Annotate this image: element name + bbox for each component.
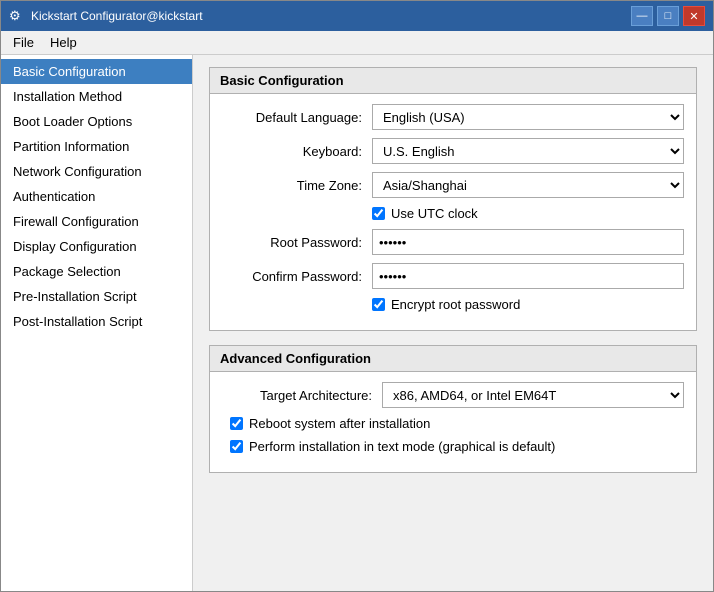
sidebar-item-partition-information[interactable]: Partition Information [1, 134, 192, 159]
target-arch-select[interactable]: x86, AMD64, or Intel EM64T x86_64 i386 [382, 382, 684, 408]
encrypt-root-checkbox[interactable] [372, 298, 385, 311]
confirm-password-label: Confirm Password: [222, 269, 372, 284]
sidebar: Basic Configuration Installation Method … [1, 55, 193, 591]
advanced-config-body: Target Architecture: x86, AMD64, or Inte… [210, 372, 696, 472]
keyboard-row: Keyboard: U.S. English French German [222, 138, 684, 164]
title-bar-left: ⚙ Kickstart Configurator@kickstart [9, 8, 203, 24]
sidebar-item-post-installation-script[interactable]: Post-Installation Script [1, 309, 192, 334]
timezone-label: Time Zone: [222, 178, 372, 193]
text-mode-row: Perform installation in text mode (graph… [222, 439, 684, 454]
use-utc-row: Use UTC clock [222, 206, 684, 221]
default-language-row: Default Language: English (USA) French G… [222, 104, 684, 130]
use-utc-checkbox[interactable] [372, 207, 385, 220]
timezone-row: Time Zone: Asia/Shanghai America/New_Yor… [222, 172, 684, 198]
menu-bar: File Help [1, 31, 713, 55]
confirm-password-row: Confirm Password: [222, 263, 684, 289]
timezone-control: Asia/Shanghai America/New_York Europe/Lo… [372, 172, 684, 198]
title-controls: — □ ✕ [631, 6, 705, 26]
basic-config-body: Default Language: English (USA) French G… [210, 94, 696, 330]
app-icon: ⚙ [9, 8, 25, 24]
timezone-select[interactable]: Asia/Shanghai America/New_York Europe/Lo… [372, 172, 684, 198]
encrypt-root-label[interactable]: Encrypt root password [391, 297, 520, 312]
keyboard-control: U.S. English French German [372, 138, 684, 164]
basic-config-section: Basic Configuration Default Language: En… [209, 67, 697, 331]
content-area: Basic Configuration Installation Method … [1, 55, 713, 591]
text-mode-label[interactable]: Perform installation in text mode (graph… [249, 439, 555, 454]
default-language-control: English (USA) French German Spanish [372, 104, 684, 130]
sidebar-item-firewall-configuration[interactable]: Firewall Configuration [1, 209, 192, 234]
advanced-config-section: Advanced Configuration Target Architectu… [209, 345, 697, 473]
basic-config-title: Basic Configuration [210, 68, 696, 94]
sidebar-item-package-selection[interactable]: Package Selection [1, 259, 192, 284]
confirm-password-control [372, 263, 684, 289]
default-language-label: Default Language: [222, 110, 372, 125]
main-window: ⚙ Kickstart Configurator@kickstart — □ ✕… [0, 0, 714, 592]
menu-help[interactable]: Help [42, 33, 85, 52]
menu-file[interactable]: File [5, 33, 42, 52]
window-title: Kickstart Configurator@kickstart [31, 9, 203, 23]
reboot-label[interactable]: Reboot system after installation [249, 416, 430, 431]
root-password-label: Root Password: [222, 235, 372, 250]
close-button[interactable]: ✕ [683, 6, 705, 26]
keyboard-label: Keyboard: [222, 144, 372, 159]
reboot-checkbox[interactable] [230, 417, 243, 430]
target-arch-control: x86, AMD64, or Intel EM64T x86_64 i386 [382, 382, 684, 408]
sidebar-item-installation-method[interactable]: Installation Method [1, 84, 192, 109]
sidebar-item-network-configuration[interactable]: Network Configuration [1, 159, 192, 184]
title-bar: ⚙ Kickstart Configurator@kickstart — □ ✕ [1, 1, 713, 31]
sidebar-item-authentication[interactable]: Authentication [1, 184, 192, 209]
target-arch-row: Target Architecture: x86, AMD64, or Inte… [222, 382, 684, 408]
text-mode-checkbox[interactable] [230, 440, 243, 453]
sidebar-item-display-configuration[interactable]: Display Configuration [1, 234, 192, 259]
root-password-input[interactable] [372, 229, 684, 255]
confirm-password-input[interactable] [372, 263, 684, 289]
maximize-button[interactable]: □ [657, 6, 679, 26]
target-arch-label: Target Architecture: [222, 388, 382, 403]
keyboard-select[interactable]: U.S. English French German [372, 138, 684, 164]
root-password-control [372, 229, 684, 255]
main-panel: Basic Configuration Default Language: En… [193, 55, 713, 591]
use-utc-label[interactable]: Use UTC clock [391, 206, 478, 221]
reboot-row: Reboot system after installation [222, 416, 684, 431]
root-password-row: Root Password: [222, 229, 684, 255]
sidebar-item-boot-loader-options[interactable]: Boot Loader Options [1, 109, 192, 134]
encrypt-root-row: Encrypt root password [222, 297, 684, 312]
advanced-config-title: Advanced Configuration [210, 346, 696, 372]
sidebar-item-basic-configuration[interactable]: Basic Configuration [1, 59, 192, 84]
default-language-select[interactable]: English (USA) French German Spanish [372, 104, 684, 130]
minimize-button[interactable]: — [631, 6, 653, 26]
sidebar-item-pre-installation-script[interactable]: Pre-Installation Script [1, 284, 192, 309]
